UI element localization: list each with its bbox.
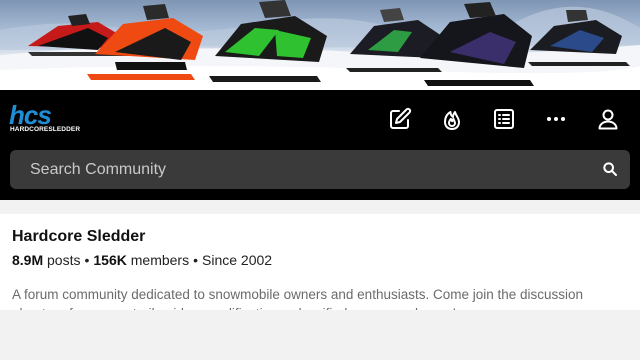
- user-icon: [598, 109, 618, 130]
- community-info-card: Hardcore Sledder 8.9M posts • 156K members…: [0, 214, 640, 310]
- posts-label: posts: [47, 252, 81, 268]
- stats-separator: •: [193, 252, 199, 268]
- trending-button[interactable]: [437, 104, 467, 134]
- listing-button[interactable]: [489, 104, 519, 134]
- more-menu-button[interactable]: [541, 104, 571, 134]
- list-icon: [494, 109, 514, 129]
- logo-subtitle: HARDCORESLEDDER: [10, 126, 81, 133]
- account-button[interactable]: [593, 104, 623, 134]
- content-fade-overlay: [0, 310, 640, 360]
- since-year: Since 2002: [202, 252, 273, 268]
- site-logo[interactable]: hcs HARDCORESLEDDER: [9, 100, 83, 136]
- edit-icon: [390, 107, 412, 129]
- stats-separator: •: [84, 252, 90, 268]
- search-bar: [10, 150, 630, 189]
- more-icon: [547, 117, 565, 121]
- logo-wordmark: hcs: [9, 100, 52, 130]
- members-count: 156K: [93, 252, 127, 268]
- community-description: A forum community dedicated to snowmobil…: [12, 287, 584, 310]
- search-icon[interactable]: [602, 161, 618, 177]
- members-label: members: [130, 252, 190, 268]
- fire-icon: [444, 111, 460, 130]
- community-stats: 8.9M posts • 156K members • Since 2002: [12, 252, 272, 268]
- search-input[interactable]: [10, 150, 590, 189]
- community-title: Hardcore Sledder: [12, 228, 146, 245]
- header-banner: [0, 0, 640, 90]
- posts-count: 8.9M: [12, 252, 44, 268]
- new-post-button[interactable]: [385, 104, 415, 134]
- snowmobiles-banner-image: [0, 0, 640, 90]
